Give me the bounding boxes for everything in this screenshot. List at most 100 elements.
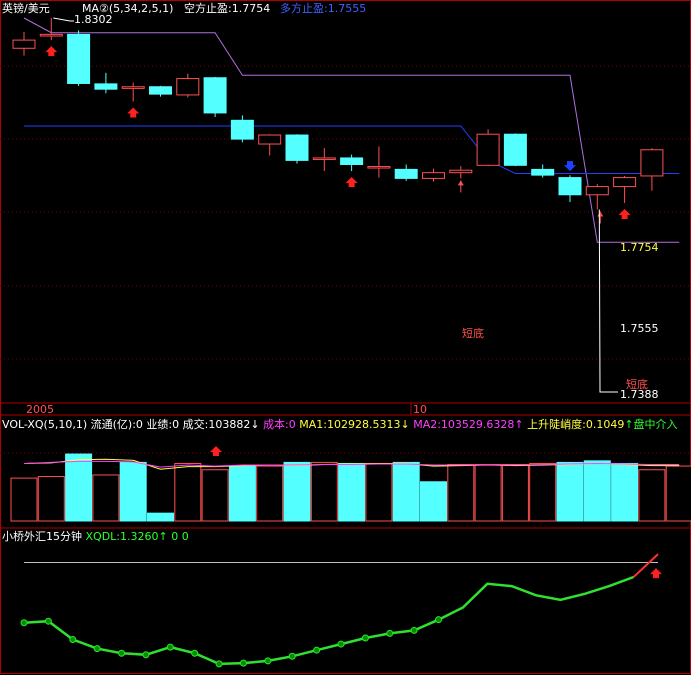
indicator-dot-7 (191, 649, 199, 657)
symbol-label: 英镑/美元 (2, 2, 50, 15)
candle-body-6 (176, 78, 200, 96)
candle-body-20 (558, 177, 582, 196)
volume-bar-15 (420, 481, 447, 522)
volume-bar-18 (501, 464, 529, 522)
volume-bar-5 (147, 512, 174, 522)
vol-steep-arrow: ↑ (624, 418, 634, 431)
candle-body-22 (613, 177, 637, 188)
volume-bar-21 (583, 460, 611, 522)
volume-bar-19 (529, 462, 557, 522)
indicator-dot-10 (264, 657, 272, 665)
vol-ma2-arrow: ↑ (514, 418, 524, 431)
indicator-dot-6 (166, 643, 174, 651)
sell-arrow-0 (564, 161, 576, 172)
year-label: 2005 (26, 403, 54, 416)
chart-window: { "header": { "symbol": "英镑/美元", "ma_lab… (0, 0, 691, 675)
volume-bar-24 (665, 465, 691, 522)
low-leader (598, 209, 618, 393)
candle-body-15 (422, 172, 445, 179)
indicator-dot-2 (69, 636, 77, 643)
indicator-dot-0 (20, 619, 28, 627)
vol-name: VOL-XQ(5,10,1) (2, 418, 88, 431)
candle-body-2 (67, 33, 91, 84)
vol-float: 流通(亿):0 (90, 418, 143, 431)
stop-long-value: 1.7555 (620, 322, 659, 335)
volume-bar-10 (283, 461, 311, 522)
indicator-buy-arrow (650, 568, 662, 579)
candle-body-23 (640, 149, 664, 177)
indicator-title: 小桥外汇15分钟 (2, 530, 82, 543)
volume-bar-13 (365, 462, 393, 522)
candle-body-21 (585, 186, 609, 196)
buy-arrow-2 (345, 177, 358, 188)
candle-body-16 (449, 169, 473, 174)
indicator-extra: 0 0 (171, 530, 189, 543)
short-bottom-arrow-1 (597, 211, 604, 217)
candle-body-11 (312, 157, 336, 160)
volume-bar-2 (65, 453, 93, 522)
candle-body-13 (367, 166, 391, 169)
indicator-dot-11 (288, 652, 296, 660)
candle-body-18 (503, 133, 527, 166)
vol-ma1: MA1:102928.5313 (299, 418, 401, 431)
vol-tail: 盘中介入 (633, 418, 678, 431)
indicator-line (23, 575, 635, 666)
indicator-dot-15 (386, 629, 394, 637)
price-high-label: 1.8302 (74, 13, 113, 26)
candle-body-17 (476, 133, 500, 166)
short-stop-label: 空方止盈:1.7754 (184, 2, 271, 15)
short-bottom-label-2: 短底 (626, 378, 648, 391)
vol-cost: 成本:0 (263, 418, 296, 431)
short-bottom-arrow-0 (457, 180, 464, 186)
indicator-dot-5 (142, 651, 150, 659)
candle-body-0 (12, 39, 36, 49)
candle-body-7 (203, 77, 227, 114)
short-bottom-label-1: 短底 (462, 327, 484, 340)
indicator-dot-12 (313, 646, 321, 654)
buy-arrow-0 (45, 46, 58, 57)
candle-body-1 (39, 33, 63, 37)
month-label: 10 (413, 403, 427, 416)
buy-arrow-1 (127, 107, 140, 118)
volume-bar-14 (392, 461, 420, 522)
stop-short-value: 1.7754 (620, 241, 659, 254)
volume-bar-3 (92, 474, 120, 522)
volume-bar-7 (201, 469, 229, 522)
vol-deal-arrow: ↓ (250, 418, 260, 431)
volume-bar-8 (228, 465, 256, 522)
volume-bar-17 (474, 464, 502, 522)
volume-bar-12 (338, 462, 366, 522)
candle-body-10 (285, 134, 309, 161)
volume-bar-4 (119, 461, 147, 522)
volume-bar-9 (256, 465, 284, 522)
long-stop-label: 多方止盈:1.7555 (280, 2, 367, 15)
vol-perf: 业绩:0 (146, 418, 180, 431)
candle-body-5 (149, 86, 172, 95)
indicator-dot-8 (215, 660, 223, 668)
volume-bar-23 (638, 469, 666, 522)
volume-header-arrow (210, 446, 222, 456)
volume-bar-16 (447, 464, 475, 522)
candle-body-14 (394, 168, 418, 179)
volume-bar-0 (10, 477, 38, 522)
short-stop-line (23, 17, 680, 243)
candle-body-8 (230, 119, 254, 140)
indicator-dot-3 (93, 645, 101, 653)
volume-bar-22 (611, 462, 639, 522)
volume-header: VOL-XQ(5,10,1) 流通(亿):0 业绩:0 成交:103882↓ 成… (2, 418, 678, 431)
volume-bar-20 (556, 461, 584, 522)
candle-body-9 (258, 134, 282, 145)
indicator-dot-1 (44, 617, 52, 625)
candle-body-12 (340, 157, 364, 165)
candle-body-4 (121, 86, 145, 89)
indicator-dot-16 (410, 626, 418, 634)
indicator-dot-14 (361, 634, 369, 642)
vol-steep: 上升陡峭度:0.1049 (527, 418, 625, 431)
indicator-xqdl-arrow: ↑ (158, 530, 168, 543)
high-leader (53, 17, 74, 22)
volume-bar-11 (310, 461, 338, 522)
indicator-dot-4 (118, 649, 126, 657)
indicator-header: 小桥外汇15分钟 XQDL:1.3260↑ 0 0 (2, 530, 189, 543)
indicator-xqdl: XQDL:1.3260 (85, 530, 159, 543)
vol-ma1-arrow: ↓ (400, 418, 410, 431)
